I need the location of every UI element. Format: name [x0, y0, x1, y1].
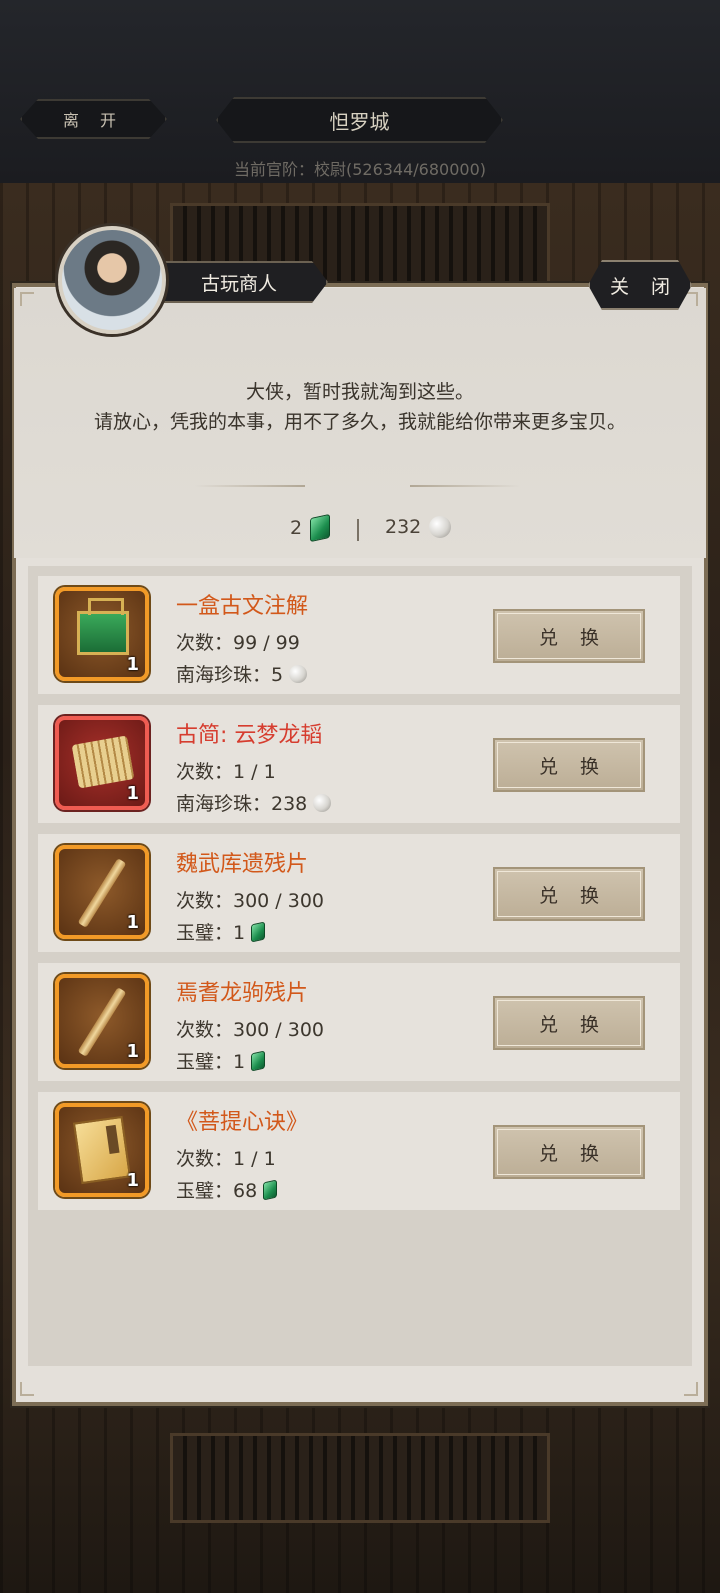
item-quantity: 1	[126, 1170, 139, 1191]
item-price: 南海珍珠：238	[176, 789, 332, 816]
item-icon-frame[interactable]: 1	[55, 1103, 149, 1197]
item-price: 玉璧：1	[176, 918, 266, 945]
item-count: 次数：99 / 99	[176, 632, 300, 654]
item-icon-frame[interactable]: 1	[55, 587, 149, 681]
corner-ornament	[20, 292, 34, 306]
price-label: 玉璧：1	[176, 1051, 246, 1073]
item-icon-frame[interactable]: 1	[55, 974, 149, 1068]
green-box-icon	[77, 598, 129, 655]
price-label: 玉璧：68	[176, 1180, 258, 1202]
item-price: 南海珍珠：5	[176, 660, 308, 687]
jade-icon	[310, 513, 331, 543]
price-label: 玉璧：1	[176, 922, 246, 944]
item-name: 魏武库遗残片	[176, 852, 309, 877]
pearl-icon	[289, 664, 308, 683]
bamboo-scroll-icon	[71, 735, 135, 789]
item-count: 次数：300 / 300	[176, 890, 325, 912]
pearl-amount: 232	[385, 516, 422, 538]
list-item: 1 焉耆龙驹残片 次数：300 / 300 玉璧：1 兑 换	[38, 963, 680, 1081]
jade-balance: 2	[290, 513, 331, 543]
list-item: 1 魏武库遗残片 次数：300 / 300 玉璧：1 兑 换	[38, 834, 680, 952]
pearl-icon	[429, 516, 452, 538]
list-item: 1 一盒古文注解 次数：99 / 99 南海珍珠：5 兑 换	[38, 576, 680, 694]
item-quantity: 1	[126, 783, 139, 804]
merchant-name-plate: 古玩商人	[150, 261, 328, 303]
dialog-line-2: 请放心，凭我的本事，用不了多久，我就能给你带来更多宝贝。	[93, 411, 626, 433]
item-quantity: 1	[126, 912, 139, 933]
corner-ornament	[20, 1382, 34, 1396]
item-name: 古简: 云梦龙韬	[176, 723, 323, 748]
jade-icon	[251, 1050, 266, 1071]
item-icon-frame[interactable]: 1	[55, 845, 149, 939]
list-item: 1 古简: 云梦龙韬 次数：1 / 1 南海珍珠：238 兑 换	[38, 705, 680, 823]
rank-text: 当前官阶：校尉(526344/680000)	[233, 160, 487, 179]
leave-button[interactable]: 离 开	[20, 99, 167, 139]
dialog-line-1: 大侠，暂时我就淘到这些。	[245, 381, 474, 403]
item-name: 一盒古文注解	[176, 594, 309, 619]
price-label: 南海珍珠：238	[176, 793, 308, 815]
pearl-balance: 232	[385, 516, 452, 538]
divider-ornament	[195, 485, 305, 487]
currency-separator	[357, 519, 359, 541]
item-count: 次数：1 / 1	[176, 761, 276, 783]
background-shelf	[170, 1433, 550, 1523]
list-item: 1 《菩提心诀》 次数：1 / 1 玉璧：68 兑 换	[38, 1092, 680, 1210]
item-count: 次数：1 / 1	[176, 1148, 276, 1170]
jade-amount: 2	[290, 517, 303, 539]
exchange-button[interactable]: 兑 换	[493, 996, 645, 1050]
pearl-icon	[313, 793, 332, 812]
close-button[interactable]: 关 闭	[588, 260, 692, 310]
jade-icon	[263, 1179, 278, 1200]
price-label: 南海珍珠：5	[176, 664, 284, 686]
item-price: 玉璧：1	[176, 1047, 266, 1074]
divider-ornament	[410, 485, 520, 487]
item-count: 次数：300 / 300	[176, 1019, 325, 1041]
item-quantity: 1	[126, 1041, 139, 1062]
corner-ornament	[684, 1382, 698, 1396]
merchant-avatar	[58, 226, 166, 334]
exchange-button[interactable]: 兑 换	[493, 738, 645, 792]
item-quantity: 1	[126, 654, 139, 675]
book-icon	[72, 1115, 132, 1185]
city-title: 怛罗城	[216, 97, 503, 143]
item-name: 焉耆龙驹残片	[176, 981, 309, 1006]
exchange-button[interactable]: 兑 换	[493, 609, 645, 663]
exchange-button[interactable]: 兑 换	[493, 1125, 645, 1179]
bamboo-slip-icon	[77, 858, 127, 928]
bamboo-slip-icon	[77, 987, 127, 1057]
item-name: 《菩提心诀》	[176, 1110, 309, 1135]
item-icon-frame[interactable]: 1	[55, 716, 149, 810]
jade-icon	[251, 921, 266, 942]
exchange-button[interactable]: 兑 换	[493, 867, 645, 921]
item-price: 玉璧：68	[176, 1176, 278, 1203]
